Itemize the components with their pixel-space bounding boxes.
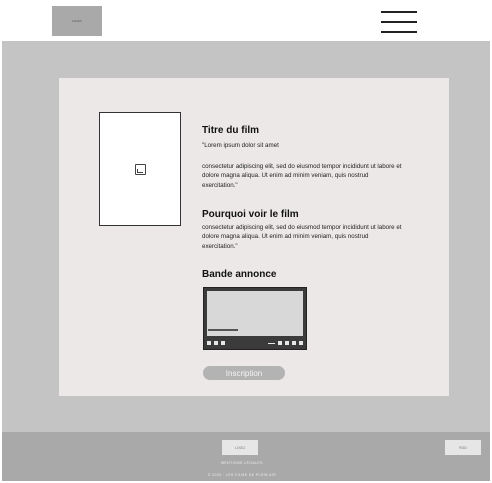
subtitles-icon[interactable]	[285, 341, 289, 345]
menu-line	[381, 21, 417, 23]
copyright-text: © 2020 · LES FILMS DE PLEIN AIR	[207, 473, 277, 477]
page-frame: LOGO Titre du film "Lorem ipsum dolor si…	[2, 2, 490, 481]
trailer-video-player[interactable]	[203, 287, 307, 350]
film-poster	[99, 112, 181, 226]
fullscreen-icon[interactable]	[299, 341, 303, 345]
image-placeholder-icon	[135, 164, 146, 175]
footer-logo[interactable]: LOGO	[222, 440, 258, 455]
film-title: Titre du film	[202, 125, 260, 136]
film-description: consectetur adipiscing elit, sed do eius…	[202, 163, 402, 189]
menu-line	[381, 31, 417, 33]
skip-icon[interactable]	[214, 341, 218, 345]
film-quote: "Lorem ipsum dolor sit amet	[202, 142, 279, 149]
control-spacer	[228, 341, 265, 345]
logo[interactable]: LOGO	[52, 6, 102, 36]
header: LOGO	[2, 2, 490, 41]
why-title: Pourquoi voir le film	[202, 209, 299, 220]
theater-mode-icon[interactable]	[292, 341, 296, 345]
why-text: consectetur adipiscing elit, sed do eius…	[202, 224, 402, 250]
hamburger-menu-icon[interactable]	[381, 11, 417, 33]
pause-icon[interactable]	[207, 341, 211, 345]
volume-slider[interactable]	[268, 342, 275, 344]
footer-badge[interactable]: RGD	[445, 440, 481, 455]
inscription-button[interactable]: Inscription	[203, 366, 285, 380]
footer: LOGO RGD MENTIONS LÉGALES © 2020 · LES F…	[2, 432, 490, 481]
legal-link[interactable]: MENTIONS LÉGALES	[197, 461, 287, 465]
video-controls	[207, 338, 303, 348]
settings-icon[interactable]	[278, 341, 282, 345]
film-card: Titre du film "Lorem ipsum dolor sit ame…	[59, 78, 449, 396]
video-progress-bar[interactable]	[208, 329, 238, 331]
volume-icon[interactable]	[221, 341, 225, 345]
trailer-title: Bande annonce	[202, 269, 277, 280]
menu-line	[381, 11, 417, 13]
